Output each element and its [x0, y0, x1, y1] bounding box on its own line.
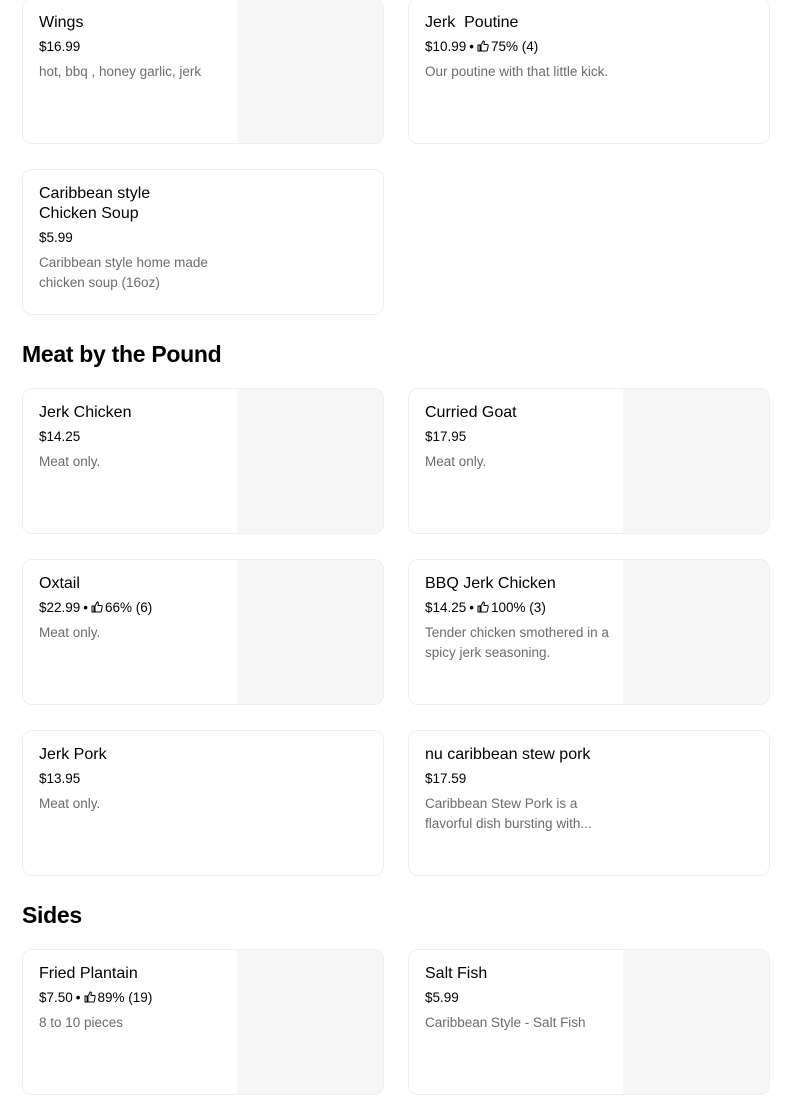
menu-item-card[interactable]: Oxtail $22.99 • 66% (6) Meat only.: [22, 559, 384, 705]
menu-item-card[interactable]: Jerk Chicken $14.25 Meat only.: [22, 388, 384, 534]
item-image-placeholder: [623, 389, 769, 533]
item-meta: $10.99 • 75% (4): [425, 39, 539, 54]
item-rating: 100% (3): [491, 600, 546, 615]
item-name: Jerk Pork: [39, 746, 107, 763]
menu-item-card[interactable]: BBQ Jerk Chicken $14.25 • 100% (3) Tender …: [408, 559, 770, 705]
item-image-placeholder: [237, 950, 383, 1094]
item-description: Meat only.: [39, 796, 101, 811]
item-price: $17.59: [425, 771, 467, 786]
item-price: $17.95: [425, 429, 467, 444]
item-name: BBQ Jerk Chicken: [425, 575, 556, 592]
item-description: Meat only.: [39, 625, 101, 640]
item-description: hot, bbq , honey garlic, jerk: [39, 64, 202, 79]
item-name: Caribbean style Chicken Soup: [39, 185, 151, 222]
item-meta: $16.99: [39, 38, 224, 56]
thumbs-up-icon: [477, 40, 489, 52]
item-meta: $17.59: [425, 770, 610, 788]
menu-item-card[interactable]: Salt Fish $5.99 Caribbean Style - Salt F…: [408, 949, 770, 1095]
item-description: Meat only.: [425, 454, 487, 469]
item-name: Curried Goat: [425, 404, 517, 421]
item-description: Caribbean Stew Pork is a flavorful dish …: [425, 796, 592, 831]
item-meta: $5.99: [39, 229, 224, 247]
item-name: nu caribbean stew pork: [425, 746, 591, 763]
item-image-placeholder: [237, 0, 383, 143]
item-meta: $13.95: [39, 770, 224, 788]
item-price: $7.50: [39, 990, 73, 1005]
item-description: Our poutine with that little kick.: [425, 64, 609, 79]
item-price: $14.25: [39, 429, 81, 444]
menu-item-card[interactable]: nu caribbean stew pork $17.59 Caribbean …: [408, 730, 770, 876]
item-image-placeholder: [237, 389, 383, 533]
item-name: Jerk Poutine: [425, 14, 519, 31]
item-name: Salt Fish: [425, 965, 488, 982]
item-meta: $14.25 • 100% (3): [425, 600, 546, 615]
thumbs-up-icon: [91, 601, 103, 613]
item-name: Fried Plantain: [39, 965, 138, 982]
menu-item-card[interactable]: Fried Plantain $7.50 • 89% (19) 8 to 10 pi…: [22, 949, 384, 1095]
item-description: Caribbean style home made chicken soup (…: [39, 255, 208, 290]
item-price: $5.99: [425, 990, 459, 1005]
thumbs-up-icon: [477, 601, 489, 613]
item-image-placeholder: [237, 560, 383, 704]
item-price: $10.99: [425, 39, 467, 54]
item-name: Jerk Chicken: [39, 404, 132, 421]
item-price: $22.99: [39, 600, 81, 615]
item-description: 8 to 10 pieces: [39, 1015, 124, 1030]
menu-item-card[interactable]: Caribbean style Chicken Soup $5.99 Carib…: [22, 169, 384, 315]
item-meta: $17.95: [425, 428, 610, 446]
item-image-placeholder: [623, 560, 769, 704]
item-name: Oxtail: [39, 575, 80, 592]
menu-item-card[interactable]: Curried Goat $17.95 Meat only.: [408, 388, 770, 534]
thumbs-up-icon: [84, 991, 96, 1003]
item-meta: $5.99: [425, 989, 610, 1007]
item-rating: 66% (6): [105, 600, 153, 615]
section-title-meat-by-the-pound: Meat by the Pound: [22, 341, 222, 367]
menu-item-card[interactable]: Jerk Poutine $10.99 • 75% (4) Our poutine …: [408, 0, 770, 144]
item-image-placeholder: [623, 950, 769, 1094]
section-title-sides: Sides: [22, 902, 82, 928]
menu-item-card[interactable]: Wings $16.99 hot, bbq , honey garlic, je…: [22, 0, 384, 144]
item-description: Meat only.: [39, 454, 101, 469]
item-rating: 75% (4): [491, 39, 539, 54]
item-rating: 89% (19): [97, 990, 153, 1005]
item-meta: $14.25: [39, 428, 224, 446]
item-price: $13.95: [39, 771, 81, 786]
item-meta: $7.50 • 89% (19): [39, 990, 153, 1005]
item-price: $16.99: [39, 39, 81, 54]
item-description: Tender chicken smothered in a spicy jerk…: [425, 625, 609, 660]
item-meta: $22.99 • 66% (6): [39, 600, 153, 615]
item-name: Wings: [39, 14, 84, 31]
item-price: $14.25: [425, 600, 467, 615]
menu-item-card[interactable]: Jerk Pork $13.95 Meat only.: [22, 730, 384, 876]
item-description: Caribbean Style - Salt Fish: [425, 1015, 586, 1030]
item-price: $5.99: [39, 230, 73, 245]
